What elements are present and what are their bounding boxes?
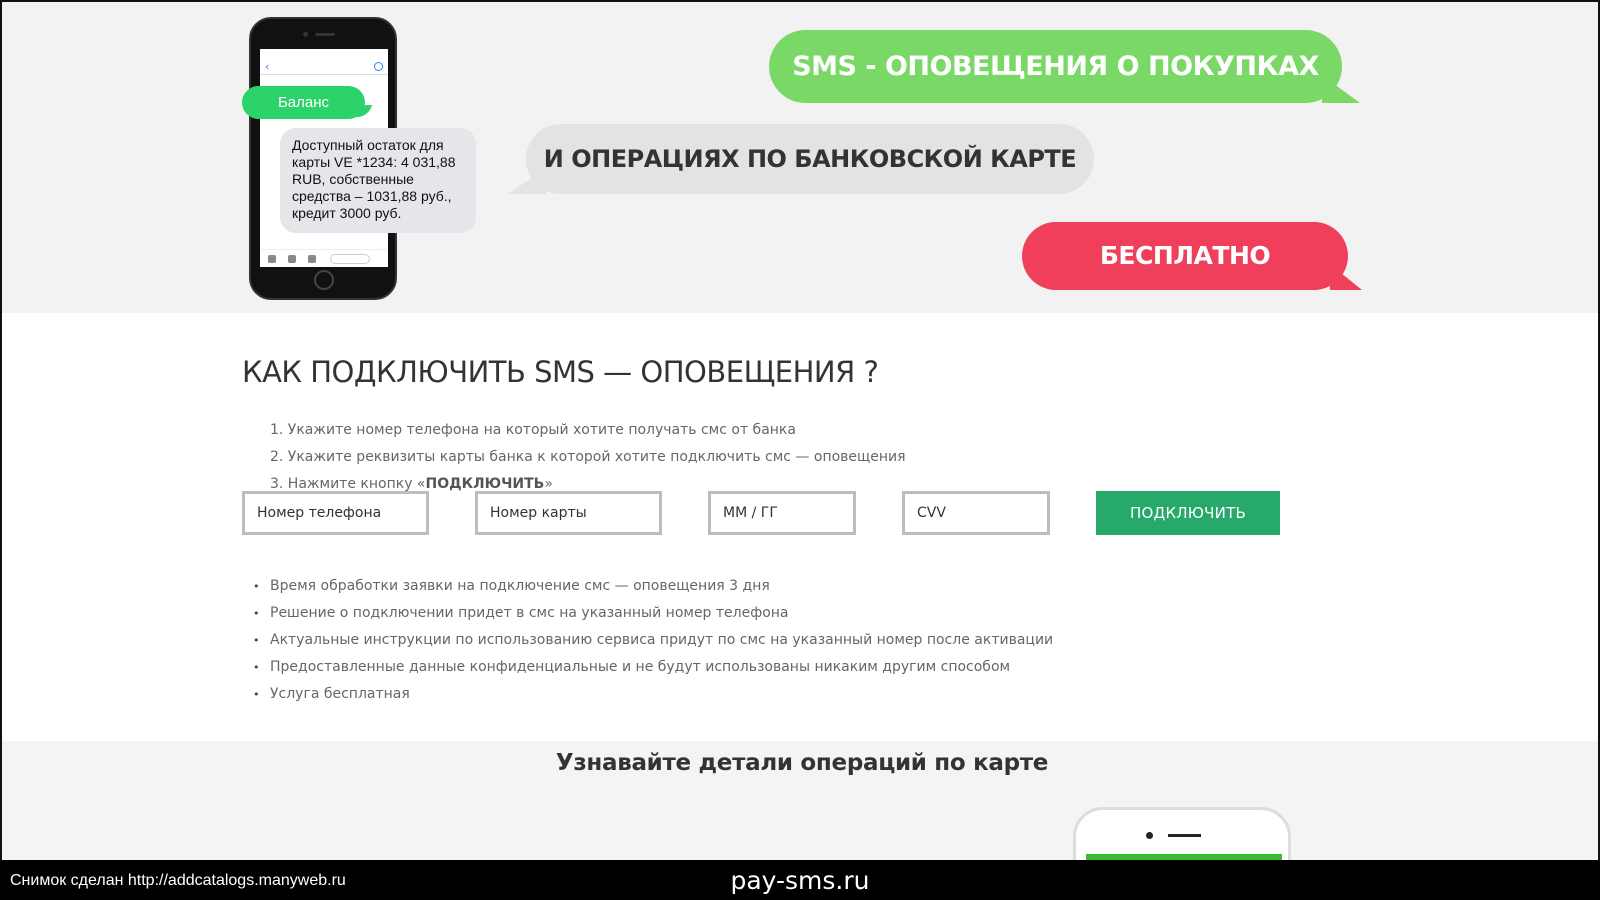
headline-green-bubble: SMS - ОПОВЕЩЕНИЯ О ПОКУПКАХ <box>769 30 1342 103</box>
card-number-input[interactable] <box>475 491 662 535</box>
note-item: Актуальные инструкции по использованию с… <box>270 627 1053 654</box>
screenshot-caption-bar: Снимок сделан http://addcatalogs.manyweb… <box>0 860 1600 900</box>
details-title: Узнавайте детали операций по карте <box>555 750 1049 776</box>
headline-gray-bubble: И ОПЕРАЦИЯХ ПО БАНКОВСКОЙ КАРТЕ <box>526 124 1094 194</box>
step-item: 1. Укажите номер телефона на который хот… <box>270 422 796 438</box>
sms-line: RUB, собственные <box>292 171 414 187</box>
steps-list: 1. Укажите номер телефона на который хот… <box>270 417 906 498</box>
connect-form: ПОДКЛЮЧИТЬ <box>242 491 1322 537</box>
step-item: 2. Укажите реквизиты карты банка к котор… <box>270 449 906 465</box>
screenshot-credit: Снимок сделан http://addcatalogs.manyweb… <box>10 872 346 889</box>
card-expiry-input[interactable] <box>708 491 856 535</box>
phone-camera <box>1146 832 1153 839</box>
step-bold-text: ПОДКЛЮЧИТЬ <box>425 476 545 492</box>
howto-section: КАК ПОДКЛЮЧИТЬ SMS — ОПОВЕЩЕНИЯ ? 1. Ука… <box>0 313 1600 741</box>
card-cvv-input[interactable] <box>902 491 1050 535</box>
phone-number-input[interactable] <box>242 491 429 535</box>
phone-input-bar <box>260 249 388 267</box>
notes-list: Время обработки заявки на подключение см… <box>270 573 1053 708</box>
camera-icon <box>268 255 276 263</box>
note-item: Предоставленные данные конфиденциальные … <box>270 654 1053 681</box>
phone-nav-bar: ‹ <box>260 59 388 75</box>
phone-home-button <box>314 270 334 290</box>
note-item: Услуга бесплатная <box>270 681 1053 708</box>
note-item: Время обработки заявки на подключение см… <box>270 573 1053 600</box>
step-text: » <box>544 476 553 492</box>
step-text: 3. Нажмите кнопку « <box>270 476 426 492</box>
heart-icon <box>288 255 296 263</box>
phone-speaker <box>1168 834 1201 837</box>
headline-free-bubble: БЕСПЛАТНО <box>1022 222 1348 290</box>
sent-message-bubble: Баланс <box>242 86 365 119</box>
sms-line: Доступный остаток для <box>292 137 444 153</box>
appstore-icon <box>308 255 316 263</box>
section-title: КАК ПОДКЛЮЧИТЬ SMS — ОПОВЕЩЕНИЯ ? <box>242 355 879 389</box>
phone-illustration-2 <box>1073 807 1291 860</box>
sms-line: карты VE *1234: 4 031,88 <box>292 154 456 170</box>
connect-button[interactable]: ПОДКЛЮЧИТЬ <box>1096 491 1280 535</box>
received-sms-bubble: Доступный остаток для карты VE *1234: 4 … <box>280 128 476 233</box>
phone-speaker <box>315 33 335 36</box>
phone-status-bar <box>260 49 388 59</box>
note-item: Решение о подключении придет в смс на ук… <box>270 600 1053 627</box>
info-icon <box>374 62 383 71</box>
chevron-left-icon: ‹ <box>265 60 270 73</box>
sms-line: средства – 1031,88 руб., <box>292 188 452 204</box>
phone-camera <box>303 32 308 37</box>
phone-message-field <box>330 254 370 264</box>
sms-line: кредит 3000 руб. <box>292 205 402 221</box>
hero-banner: ‹ Баланс Доступный остаток для карты VE … <box>0 0 1600 313</box>
details-section: Узнавайте детали операций по карте <box>0 741 1600 860</box>
